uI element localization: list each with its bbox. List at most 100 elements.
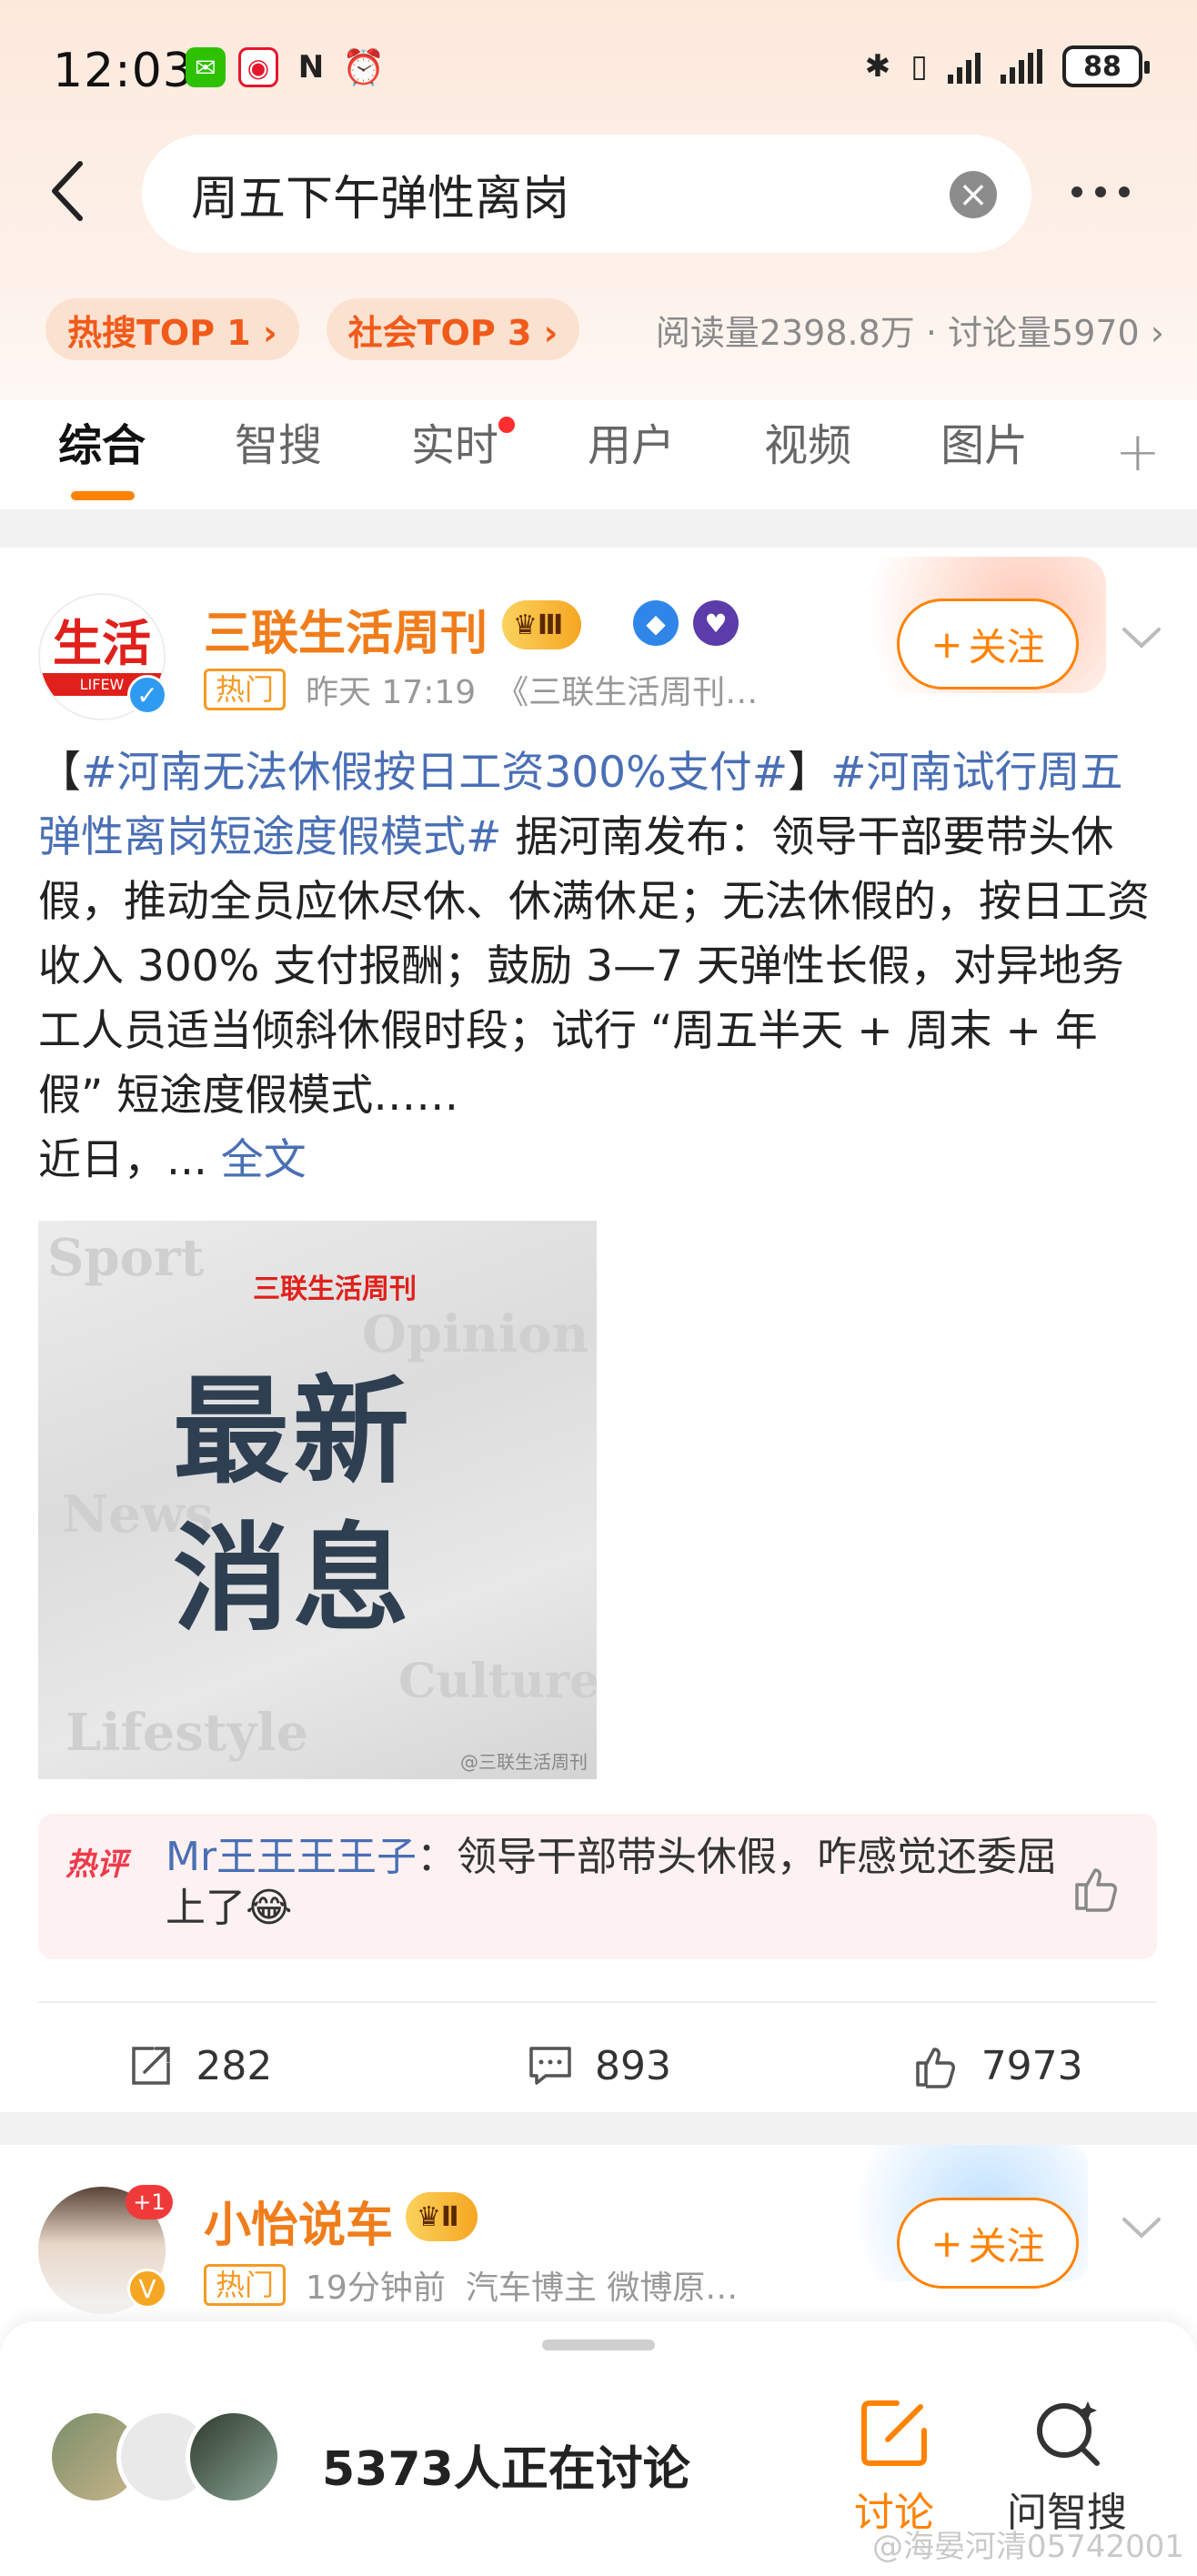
image-word-sport: Sport bbox=[47, 1228, 205, 1288]
more-options-icon[interactable] bbox=[1071, 186, 1130, 197]
repost-count: 282 bbox=[196, 2042, 273, 2089]
follow-button[interactable]: + 关注 bbox=[897, 2198, 1079, 2289]
post-time: 19分钟前 bbox=[306, 2269, 446, 2307]
society-rank[interactable]: 社会TOP 3 › bbox=[326, 298, 580, 360]
like-icon[interactable] bbox=[1070, 1861, 1124, 1916]
battery-level: 88 bbox=[1083, 50, 1122, 83]
like-button[interactable]: 7973 bbox=[798, 2025, 1197, 2107]
comment-count: 893 bbox=[595, 2042, 671, 2089]
tab-users[interactable]: 用户 bbox=[588, 400, 675, 491]
crown-medal-icon: ♛ Ⅱ bbox=[406, 2192, 478, 2241]
post-body-2: 近日，... bbox=[38, 1135, 221, 1185]
diamond-badge-icon: ◆ bbox=[633, 600, 679, 646]
notification-icons: ✉ ◉ N ⏰ bbox=[186, 46, 386, 87]
repost-icon bbox=[132, 2047, 171, 2085]
author-name[interactable]: 三联生活周刊 bbox=[204, 595, 488, 663]
bracket-open: 【 bbox=[38, 748, 81, 798]
medal-level: Ⅲ bbox=[537, 609, 564, 641]
hot-comment[interactable]: 热评 Mr王王王王子：领导干部带头休假，咋感觉还委屈上了😂 bbox=[38, 1814, 1157, 1959]
discuss-button[interactable]: 讨论 bbox=[826, 2394, 962, 2538]
signal-icon bbox=[1001, 49, 1042, 84]
plus-icon: + bbox=[930, 2220, 963, 2266]
bracket-close: 】 bbox=[788, 748, 831, 798]
shield-badge-icon: ♥ bbox=[693, 600, 739, 646]
weibo-watermark: @海晏河清05742001 bbox=[871, 2529, 1184, 2565]
smart-search-icon bbox=[1037, 2401, 1100, 2466]
nfc-icon: N bbox=[297, 49, 325, 86]
comment-button[interactable]: 893 bbox=[399, 2025, 799, 2107]
tab-realtime-label: 实时 bbox=[411, 420, 499, 471]
avatar-text: 生活 bbox=[53, 613, 151, 672]
follow-button[interactable]: + 关注 bbox=[897, 599, 1079, 689]
search-input[interactable]: 周五下午弹性离岗 × bbox=[142, 135, 1031, 253]
hot-tag: 热门 bbox=[204, 2264, 287, 2306]
tab-smart-search[interactable]: 智搜 bbox=[235, 400, 322, 491]
image-brand: 三联生活周刊 bbox=[253, 1273, 417, 1305]
battery-icon: 88 bbox=[1062, 45, 1150, 87]
author-description: 汽车博主 微博原… bbox=[465, 2269, 739, 2307]
wechat-icon: ✉ bbox=[186, 47, 226, 87]
verified-icon: ✓ bbox=[127, 675, 167, 715]
crown-medal-icon: ♛ Ⅲ bbox=[502, 600, 582, 649]
tab-images[interactable]: 图片 bbox=[940, 400, 1028, 491]
hashtag-1[interactable]: #河南无法休假按日工资300%支付# bbox=[81, 748, 788, 798]
repost-button[interactable]: 282 bbox=[0, 2025, 399, 2107]
post-source: 《三联生活周刊… bbox=[496, 674, 759, 711]
post-meta: 热门 昨天 17:19 《三联生活周刊… bbox=[204, 666, 758, 713]
sheet-handle[interactable] bbox=[542, 2340, 655, 2350]
full-text-link[interactable]: 全文 bbox=[221, 1135, 307, 1185]
author-name[interactable]: 小怡说车 bbox=[204, 2187, 393, 2255]
topic-stats[interactable]: 阅读量2398.8万 · 讨论量5970 › bbox=[656, 305, 1164, 355]
ask-smart-search-button[interactable]: 问智搜 bbox=[999, 2394, 1135, 2538]
clear-icon[interactable]: × bbox=[950, 171, 997, 218]
hot-comment-label: 热评 bbox=[65, 1846, 127, 1883]
image-watermark: @三联生活周刊 bbox=[460, 1751, 588, 1773]
alarm-icon: ⏰ bbox=[342, 46, 386, 87]
image-word-lifestyle: Lifestyle bbox=[65, 1703, 309, 1763]
post-meta: 热门 19分钟前 汽车博主 微博原… bbox=[204, 2261, 738, 2309]
add-tab-icon[interactable]: + bbox=[1115, 420, 1161, 484]
tab-video[interactable]: 视频 bbox=[764, 400, 851, 491]
chevron-down-icon[interactable] bbox=[1119, 620, 1164, 657]
hot-comment-text: Mr王王王王子：领导干部带头休假，咋感觉还委屈上了😂 bbox=[166, 1832, 1066, 1934]
post-time: 昨天 17:19 bbox=[306, 674, 477, 711]
tab-realtime[interactable]: 实时 bbox=[411, 400, 516, 491]
comment-user[interactable]: Mr王王王王子 bbox=[166, 1834, 417, 1880]
plus-icon: + bbox=[930, 621, 963, 667]
participant-avatars bbox=[47, 2409, 282, 2505]
follow-label: 关注 bbox=[968, 2223, 1045, 2269]
hot-search-rank[interactable]: 热搜TOP 1 › bbox=[45, 298, 299, 360]
medal-level: Ⅱ bbox=[440, 2200, 459, 2233]
bluetooth-icon: ✱ bbox=[864, 48, 891, 85]
system-icons: ✱ ▯ 88 bbox=[864, 45, 1150, 87]
post-card[interactable]: 生活 LIFEW ✓ 三联生活周刊 ♛ Ⅲ ◆ ♥ + 关注 热门 昨天 17:1… bbox=[0, 548, 1197, 2112]
image-headline-2: 消息 bbox=[173, 1511, 414, 1647]
vibrate-icon: ▯ bbox=[910, 48, 928, 85]
post-image[interactable]: Sport Opinion News Culture Lifestyle 三联生… bbox=[38, 1221, 597, 1779]
post-actions: 282 893 7973 bbox=[0, 2025, 1197, 2107]
tab-bar: 综合 智搜 实时 用户 视频 图片 bbox=[0, 400, 1197, 509]
hot-tag: 热门 bbox=[204, 669, 287, 710]
status-bar: 12:03 ✉ ◉ N ⏰ ✱ ▯ 88 bbox=[0, 0, 1197, 146]
divider bbox=[38, 2001, 1157, 2003]
verified-icon: V bbox=[127, 2269, 167, 2309]
image-word-culture: Culture bbox=[398, 1654, 597, 1709]
image-headline-1: 最新 bbox=[173, 1363, 414, 1500]
search-query[interactable]: 周五下午弹性离岗 bbox=[191, 160, 569, 228]
like-count: 7973 bbox=[981, 2042, 1083, 2089]
edit-icon bbox=[861, 2400, 927, 2466]
comment-icon bbox=[529, 2047, 571, 2085]
avatar bbox=[186, 2409, 282, 2505]
chevron-down-icon[interactable] bbox=[1119, 2210, 1164, 2247]
weibo-icon: ◉ bbox=[238, 47, 278, 87]
back-icon[interactable] bbox=[42, 155, 96, 227]
discussing-count: 5373人正在讨论 bbox=[322, 2442, 690, 2497]
new-dot bbox=[498, 417, 516, 433]
topic-tags-row: 热搜TOP 1 › 社会TOP 3 › 阅读量2398.8万 · 讨论量5970… bbox=[45, 297, 1164, 362]
signal-icon bbox=[948, 49, 981, 84]
status-time: 12:03 bbox=[53, 44, 194, 98]
thumbs-up-icon bbox=[915, 2048, 955, 2088]
notification-count: +1 bbox=[126, 2185, 173, 2219]
tab-comprehensive[interactable]: 综合 bbox=[58, 400, 146, 500]
follow-label: 关注 bbox=[968, 624, 1045, 669]
